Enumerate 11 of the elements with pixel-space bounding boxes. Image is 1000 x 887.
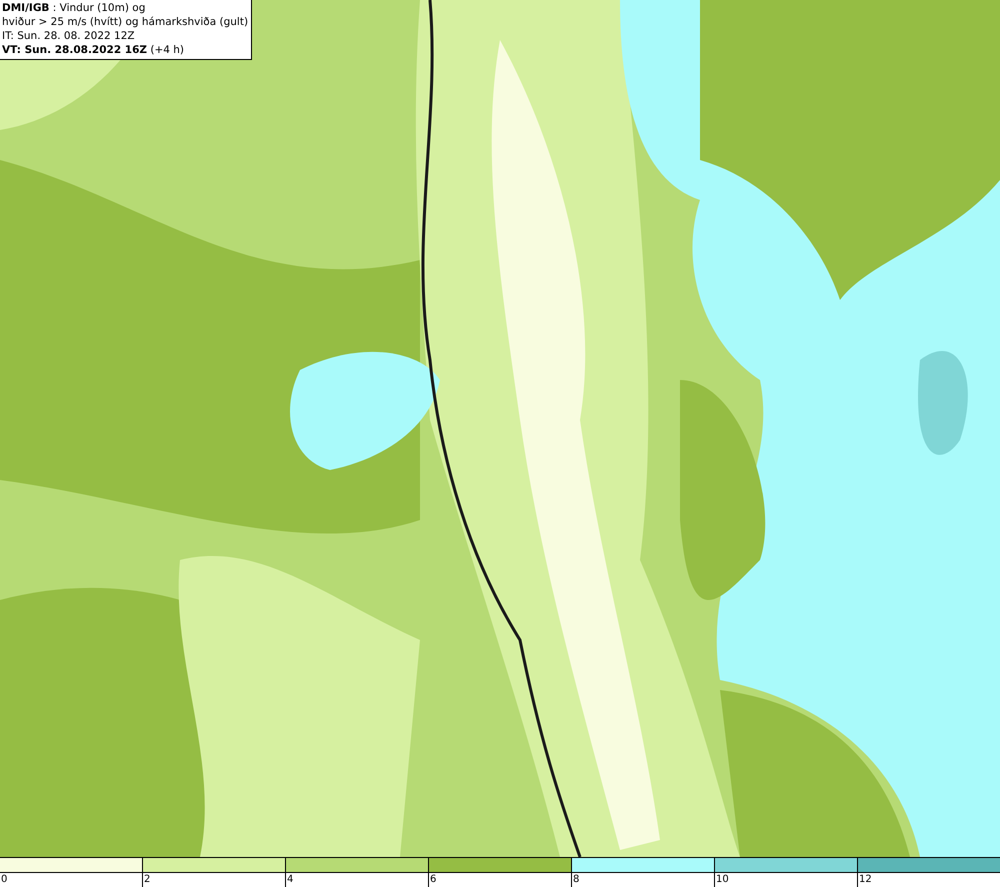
tick-label: 6	[429, 873, 436, 886]
legend-text: DMI/IGB : Vindur (10m) og	[2, 1, 146, 15]
tick-label: 12	[858, 873, 872, 886]
legend-text: VT: Sun. 28.08.2022 16Z (+4 h)	[2, 43, 186, 57]
tick-label: 4	[286, 873, 294, 886]
tick-label: 0	[0, 873, 8, 886]
legend-text: hviður > 25 m/s (hvítt) og hámarkshviða (gult)	[2, 15, 248, 29]
tick-label: 10	[715, 873, 729, 886]
tick-label: 2	[143, 873, 150, 886]
tick-label: 8	[572, 873, 580, 886]
legend-text: IT: Sun. 28. 08. 2022 12Z	[2, 29, 136, 43]
